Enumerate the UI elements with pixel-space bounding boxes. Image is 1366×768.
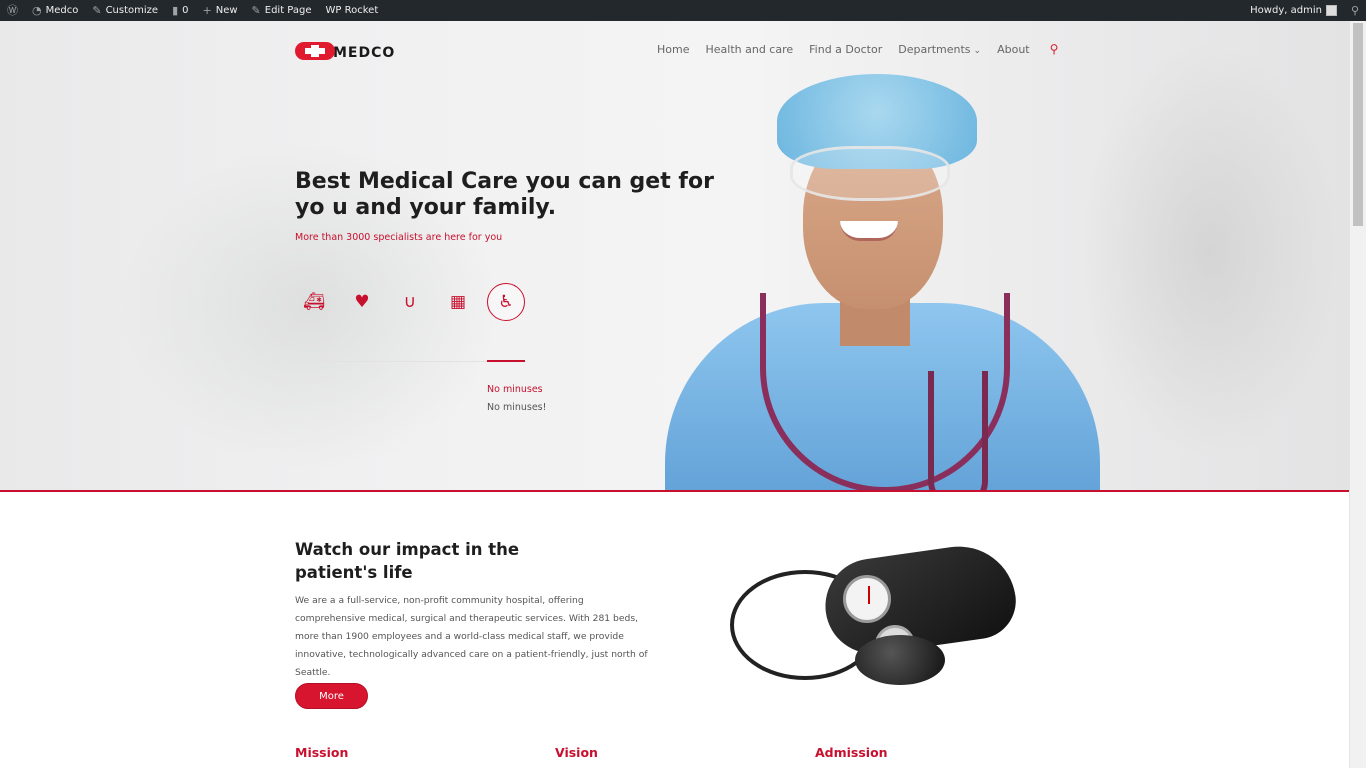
hero-section: MEDCO Home Health and care Find a Doctor… <box>0 21 1349 492</box>
impact-title: Watch our impact in the patient's life <box>295 540 520 582</box>
gauge-shape <box>843 575 891 623</box>
logo-text: MEDCO <box>333 45 396 61</box>
stethoscope-icon[interactable]: ∪ <box>391 283 429 321</box>
tab-content-text: No minuses! <box>487 402 547 413</box>
wp-rocket-label: WP Rocket <box>325 5 379 16</box>
search-icon[interactable]: ⚲ <box>1050 42 1059 56</box>
tab-content-title: No minuses <box>487 384 543 395</box>
site-logo[interactable]: MEDCO <box>295 41 395 61</box>
nav-health-and-care[interactable]: Health and care <box>705 43 793 56</box>
bulb-shape <box>855 635 945 685</box>
brush-icon: ✎ <box>92 4 102 17</box>
more-button[interactable]: More <box>295 683 368 709</box>
new-content-link[interactable]: + New <box>196 0 245 21</box>
blood-pressure-monitor-image <box>695 539 1040 695</box>
comments-count: 0 <box>182 5 189 16</box>
medical-cross-icon <box>295 42 335 60</box>
doctor-image <box>660 71 1100 492</box>
edit-page-link[interactable]: ✎ Edit Page <box>245 0 319 21</box>
heartbeat-icon[interactable]: ♥ <box>343 283 381 321</box>
nav-about[interactable]: About <box>997 43 1030 56</box>
chevron-down-icon: ⌄ <box>973 45 982 56</box>
feature-tabs: 🚑︎ ♥ ∪ ▦ ♿︎ <box>295 283 525 321</box>
admission-heading: Admission <box>815 745 888 760</box>
my-account-link[interactable]: Howdy, admin <box>1243 0 1344 21</box>
hero-bottom-border <box>0 490 1349 492</box>
admin-search-button[interactable]: ⚲ <box>1344 0 1366 21</box>
ambulance-icon[interactable]: 🚑︎ <box>295 283 333 321</box>
plus-icon: + <box>202 4 212 17</box>
comments-link[interactable]: ▮ 0 <box>165 0 195 21</box>
vision-heading: Vision <box>555 745 598 760</box>
wordpress-menu[interactable]: Ⓦ <box>0 0 25 21</box>
nav-find-a-doctor[interactable]: Find a Doctor <box>809 43 882 56</box>
comment-icon: ▮ <box>172 4 179 17</box>
glasses-shape <box>790 146 950 201</box>
hospital-icon[interactable]: ▦ <box>439 283 477 321</box>
main-navigation: Home Health and care Find a Doctor Depar… <box>657 42 1058 56</box>
site-name-link[interactable]: ◔ Medco <box>25 0 85 21</box>
pencil-icon: ✎ <box>251 4 261 17</box>
page-scrollbar[interactable] <box>1349 21 1366 768</box>
avatar <box>1325 5 1337 16</box>
nav-departments[interactable]: Departments ⌄ <box>898 43 981 56</box>
new-label: New <box>215 5 238 16</box>
wordpress-icon: Ⓦ <box>7 4 18 17</box>
search-icon: ⚲ <box>1350 4 1359 17</box>
nav-departments-label: Departments <box>898 42 971 56</box>
edit-page-label: Edit Page <box>264 5 312 16</box>
howdy-label: Howdy, admin <box>1250 5 1322 16</box>
nav-home[interactable]: Home <box>657 43 689 56</box>
wp-admin-bar: Ⓦ ◔ Medco ✎ Customize ▮ 0 + New ✎ Edit Page W… <box>0 0 1366 21</box>
wp-rocket-link[interactable]: WP Rocket <box>319 0 386 21</box>
mission-heading: Mission <box>295 745 349 760</box>
hero-background-shape <box>1080 41 1340 461</box>
hero-subtitle: More than 3000 specialists are here for … <box>295 232 503 243</box>
impact-text: We are a a full-service, non-profit comm… <box>295 595 648 678</box>
site-name: Medco <box>45 5 79 16</box>
wheelchair-icon[interactable]: ♿︎ <box>487 283 525 321</box>
active-tab-indicator <box>487 360 525 362</box>
customize-link[interactable]: ✎ Customize <box>85 0 165 21</box>
dashboard-icon: ◔ <box>32 4 42 17</box>
scrollbar-thumb[interactable] <box>1353 23 1363 226</box>
stethoscope-tube-shape <box>928 371 988 492</box>
customize-label: Customize <box>105 5 159 16</box>
hero-title: Best Medical Care you can get for yo u a… <box>295 169 714 220</box>
